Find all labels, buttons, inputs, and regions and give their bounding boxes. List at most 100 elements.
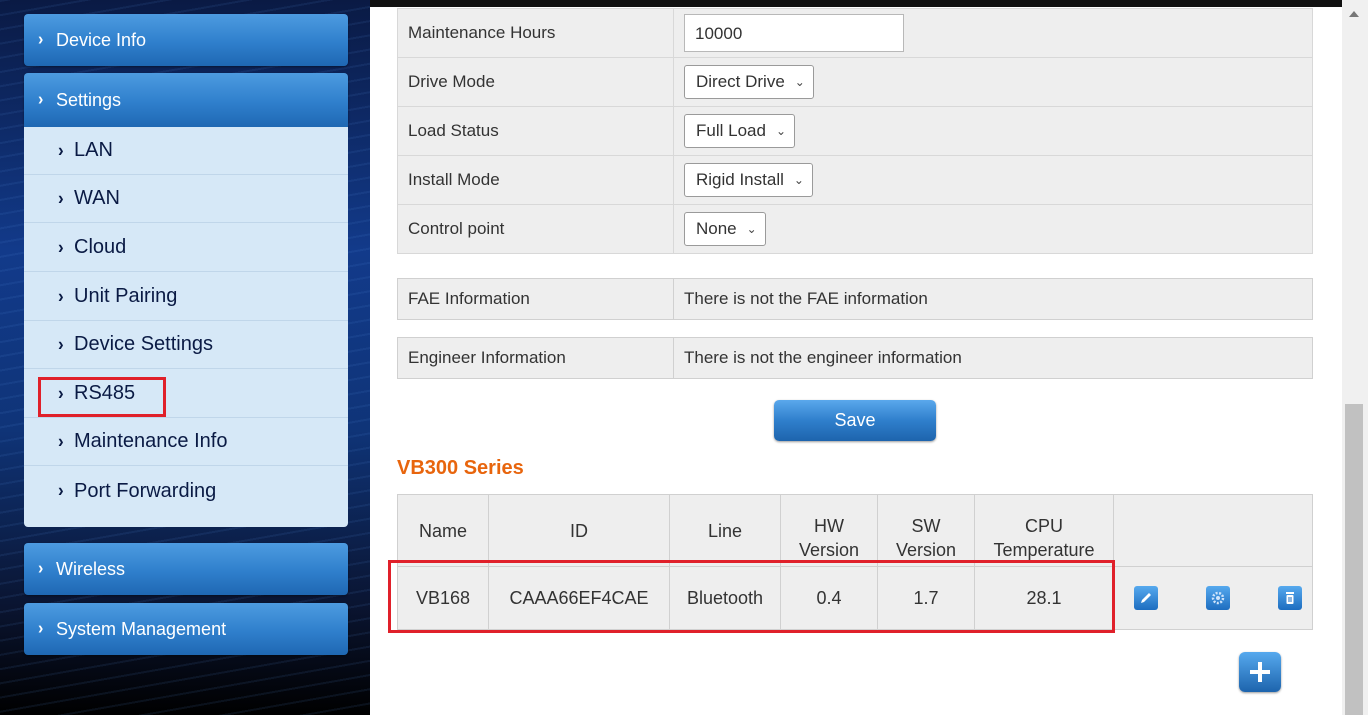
chevron-right-icon: ›: [58, 139, 64, 161]
chevron-down-icon: ⌄: [775, 124, 786, 138]
settings-button[interactable]: [1206, 586, 1231, 610]
nav-wireless[interactable]: › Wireless: [24, 543, 348, 595]
sidebar-item-wan[interactable]: › WAN: [24, 175, 348, 223]
sidebar-item-label: LAN: [74, 139, 113, 161]
col-name-header: Name: [397, 494, 489, 567]
sidebar-item-label: Maintenance Info: [74, 430, 228, 452]
plus-icon: [1250, 662, 1270, 682]
load-status-label: Load Status: [397, 106, 674, 156]
drive-mode-value: Direct Drive: [696, 72, 785, 91]
col-hw-header: HW Version: [780, 494, 878, 567]
chevron-right-icon: ›: [38, 559, 44, 578]
chevron-right-icon: ›: [58, 480, 64, 501]
chevron-down-icon: ⌄: [794, 75, 805, 89]
drive-mode-label: Drive Mode: [397, 57, 674, 107]
chevron-right-icon: ›: [38, 619, 44, 638]
engineer-info-value: There is not the engineer information: [673, 337, 1313, 379]
sidebar-item-label: Device Settings: [74, 333, 213, 355]
form-row-drive-mode: Drive Mode Direct Drive ⌄: [397, 57, 1313, 107]
engineer-info-label: Engineer Information: [397, 337, 674, 379]
device-actions-cell: [1113, 566, 1313, 630]
scrollbar-thumb[interactable]: [1345, 404, 1363, 715]
col-cpu-header-line2: Temperature: [993, 540, 1095, 560]
chevron-right-icon: ›: [58, 285, 64, 307]
fae-info-row: FAE Information There is not the FAE inf…: [397, 278, 1313, 320]
sidebar-item-label: WAN: [74, 187, 120, 209]
form-row-load-status: Load Status Full Load ⌄: [397, 106, 1313, 156]
nav-device-info[interactable]: › Device Info: [24, 14, 348, 66]
load-status-cell: Full Load ⌄: [673, 106, 1313, 156]
install-mode-label: Install Mode: [397, 155, 674, 205]
chevron-down-icon: ⌄: [746, 222, 757, 236]
edit-button[interactable]: [1134, 586, 1158, 610]
chevron-right-icon: ›: [38, 90, 44, 109]
nav-settings[interactable]: › Settings: [24, 73, 348, 127]
sidebar-item-port-forwarding[interactable]: › Port Forwarding: [24, 467, 348, 515]
drive-mode-cell: Direct Drive ⌄: [673, 57, 1313, 107]
trash-icon: [1286, 592, 1295, 604]
drive-mode-select[interactable]: Direct Drive ⌄: [684, 65, 814, 99]
install-mode-cell: Rigid Install ⌄: [673, 155, 1313, 205]
sidebar-item-cloud[interactable]: › Cloud: [24, 224, 348, 272]
chevron-right-icon: ›: [58, 236, 64, 258]
maintenance-hours-input[interactable]: 10000: [684, 14, 904, 52]
add-button[interactable]: [1239, 652, 1281, 692]
device-table-header: Name ID Line HW Version SW Version CPU Temp…: [397, 494, 1313, 567]
settings-submenu: › LAN › WAN › Cloud › Unit Pairing › Device S…: [24, 127, 348, 527]
load-status-select[interactable]: Full Load ⌄: [684, 114, 795, 148]
sidebar-item-label: Cloud: [74, 236, 127, 258]
sidebar-item-label: Port Forwarding: [74, 479, 217, 502]
nav-system-management[interactable]: › System Management: [24, 603, 348, 655]
control-point-cell: None ⌄: [673, 204, 1313, 254]
col-sw-header: SW Version: [877, 494, 975, 567]
chevron-right-icon: ›: [58, 187, 64, 209]
scroll-up-arrow-icon[interactable]: [1349, 11, 1359, 17]
sidebar-item-maintenance-info[interactable]: › Maintenance Info: [24, 418, 348, 466]
gear-icon: [1211, 591, 1225, 605]
maintenance-form: Maintenance Hours 10000 Drive Mode Direc…: [397, 8, 1313, 254]
nav-settings-label: Settings: [56, 89, 122, 110]
install-mode-value: Rigid Install: [696, 170, 784, 189]
maintenance-hours-cell: 10000: [673, 8, 1313, 58]
engineer-info-table: Engineer Information There is not the en…: [397, 337, 1313, 379]
chevron-right-icon: ›: [38, 30, 44, 49]
col-hw-header-line1: HW: [814, 516, 844, 536]
fae-info-table: FAE Information There is not the FAE inf…: [397, 278, 1313, 320]
load-status-value: Full Load: [696, 121, 766, 140]
col-cpu-header: CPU Temperature: [974, 494, 1114, 567]
col-line-header: Line: [669, 494, 781, 567]
control-point-select[interactable]: None ⌄: [684, 212, 766, 246]
engineer-info-row: Engineer Information There is not the en…: [397, 337, 1313, 379]
maintenance-hours-label: Maintenance Hours: [397, 8, 674, 58]
main-content: Maintenance Hours 10000 Drive Mode Direc…: [370, 0, 1342, 715]
chevron-down-icon: ⌄: [793, 173, 804, 187]
top-border: [370, 0, 1342, 7]
fae-info-label: FAE Information: [397, 278, 674, 320]
save-button[interactable]: Save: [774, 400, 936, 441]
device-row-highlight-box: [388, 560, 1115, 633]
col-hw-header-line2: Version: [798, 540, 860, 560]
sidebar-item-unit-pairing[interactable]: › Unit Pairing: [24, 273, 348, 321]
sidebar-item-label: Unit Pairing: [74, 285, 178, 307]
col-sw-header-line1: SW: [911, 516, 941, 536]
control-point-label: Control point: [397, 204, 674, 254]
pencil-icon: [1141, 593, 1151, 603]
col-cpu-header-line1: CPU: [1024, 516, 1063, 536]
delete-button[interactable]: [1278, 586, 1303, 610]
sidebar-item-lan[interactable]: › LAN: [24, 127, 348, 175]
chevron-right-icon: ›: [58, 333, 64, 355]
rs485-highlight-box: [38, 377, 166, 417]
nav-device-info-label: Device Info: [56, 29, 147, 50]
col-sw-header-line2: Version: [895, 540, 957, 560]
fae-info-value: There is not the FAE information: [673, 278, 1313, 320]
series-title: VB300 Series: [397, 457, 524, 479]
scrollbar[interactable]: [1342, 0, 1368, 715]
form-row-control-point: Control point None ⌄: [397, 204, 1313, 254]
col-actions-header: [1113, 494, 1313, 567]
form-row-maintenance-hours: Maintenance Hours 10000: [397, 8, 1313, 58]
sidebar-item-device-settings[interactable]: › Device Settings: [24, 321, 348, 369]
install-mode-select[interactable]: Rigid Install ⌄: [684, 163, 813, 197]
nav-wireless-label: Wireless: [56, 558, 126, 579]
sidebar: › Device Info › Settings › LAN › WAN › Cloud …: [0, 0, 370, 715]
control-point-value: None: [696, 219, 737, 238]
